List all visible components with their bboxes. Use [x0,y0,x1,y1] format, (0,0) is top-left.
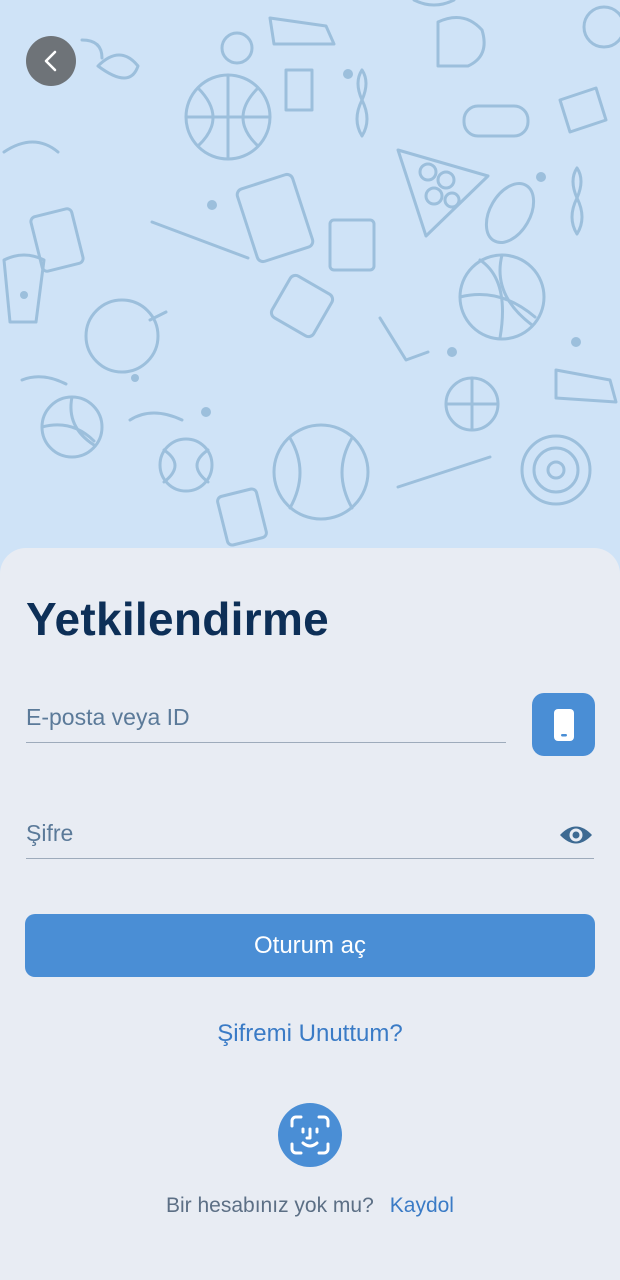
chevron-left-icon [44,50,57,72]
back-button[interactable] [26,36,76,86]
password-input[interactable] [26,820,594,847]
face-id-button[interactable] [278,1103,342,1167]
login-button[interactable]: Oturum aç [25,914,595,977]
page-title: Yetkilendirme [26,593,330,645]
phone-icon [553,708,574,741]
email-field-container [26,704,506,743]
eye-icon [560,826,592,844]
signup-link[interactable]: Kaydol [390,1194,454,1217]
show-password-button[interactable] [558,822,594,853]
password-field-container [26,820,594,859]
signup-row: Bir hesabınız yok mu? Kaydol [0,1194,620,1218]
email-input[interactable] [26,704,506,731]
sports-pattern-illustration [2,0,620,547]
phone-login-button[interactable] [532,693,595,756]
face-id-icon [290,1115,330,1155]
no-account-text: Bir hesabınız yok mu? [166,1194,374,1217]
forgot-password-link[interactable]: Şifremi Unuttum? [0,1020,620,1048]
hero-pattern [0,0,620,580]
